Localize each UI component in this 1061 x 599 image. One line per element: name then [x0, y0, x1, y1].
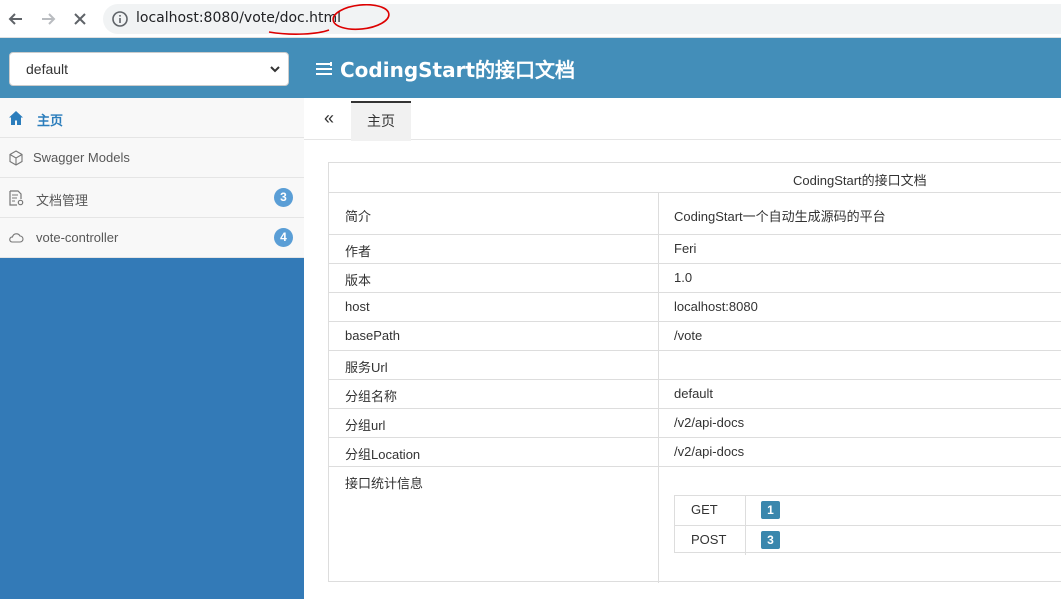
http-method: POST	[691, 532, 727, 547]
row-key: 分组Location	[345, 447, 421, 462]
group-select[interactable]: default	[9, 52, 289, 86]
tab-bar: « 主页	[304, 98, 1061, 141]
row-key: basePath	[345, 328, 400, 343]
table-row: 分组名称 default	[329, 380, 1061, 409]
table-row: 分组url /v2/api-docs	[329, 409, 1061, 438]
cube-icon	[9, 150, 23, 166]
row-key: host	[345, 299, 370, 314]
row-key: 版本	[345, 273, 372, 288]
row-key: 服务Url	[345, 360, 388, 375]
sidebar-item-home[interactable]: 主页	[0, 98, 304, 138]
column-divider	[745, 526, 746, 555]
cloud-icon	[9, 233, 24, 243]
red-annotation-scribble	[268, 4, 390, 35]
table-row: host localhost:8080	[329, 293, 1061, 322]
count-badge: 3	[274, 188, 293, 207]
document-settings-icon	[9, 190, 24, 206]
page-title: CodingStart的接口文档	[315, 54, 575, 83]
row-key: 接口统计信息	[345, 476, 424, 491]
table-row: 分组Location /v2/api-docs	[329, 438, 1061, 467]
doc-info-table: CodingStart的接口文档 简介 CodingStart一个自动生成源码的…	[328, 162, 1061, 583]
collapse-sidebar-icon[interactable]: «	[324, 108, 334, 129]
table-row: 服务Url	[329, 351, 1061, 380]
row-value: /vote	[674, 328, 703, 343]
chevron-down-icon	[270, 66, 280, 73]
row-key: 作者	[345, 244, 372, 259]
table-row: 简介 CodingStart一个自动生成源码的平台	[329, 193, 1061, 235]
menu-lines-icon[interactable]	[315, 60, 335, 78]
browser-toolbar: localhost:8080/vote/doc.html	[0, 0, 1061, 38]
row-value: CodingStart一个自动生成源码的平台	[674, 209, 886, 224]
stats-row-get: GET 1	[675, 496, 1061, 525]
row-key: 分组url	[345, 418, 386, 433]
row-value: localhost:8080	[674, 299, 758, 314]
sidebar-item-swagger-models[interactable]: Swagger Models	[0, 138, 304, 178]
http-method: GET	[691, 502, 718, 517]
sidebar: 主页 Swagger Models 文档管理 3 vote-controller…	[0, 98, 304, 599]
table-row: 版本 1.0	[329, 264, 1061, 293]
app-header: default CodingStart的接口文档	[0, 38, 1061, 98]
count-badge: 3	[761, 531, 780, 549]
doc-table-header: CodingStart的接口文档	[329, 163, 1061, 193]
stop-loading-icon[interactable]	[68, 7, 92, 31]
row-value: Feri	[674, 241, 697, 256]
group-select-value: default	[26, 61, 69, 77]
row-value: default	[674, 386, 714, 401]
sidebar-item-label: 主页	[37, 113, 64, 128]
home-icon	[9, 111, 23, 125]
page-title-text: CodingStart的接口文档	[340, 58, 576, 82]
address-bar[interactable]: localhost:8080/vote/doc.html	[103, 4, 1061, 35]
row-value: /v2/api-docs	[674, 415, 745, 430]
sidebar-item-doc-management[interactable]: 文档管理 3	[0, 178, 304, 218]
count-badge: 4	[274, 228, 293, 247]
sidebar-item-vote-controller[interactable]: vote-controller 4	[0, 218, 304, 258]
forward-arrow-icon[interactable]	[36, 7, 60, 31]
api-stats-table: GET 1 POST 3	[674, 495, 1061, 555]
site-info-icon[interactable]	[111, 10, 129, 28]
sidebar-menu: 主页 Swagger Models 文档管理 3 vote-controller…	[0, 98, 304, 258]
row-value: /v2/api-docs	[674, 444, 745, 459]
row-key: 分组名称	[345, 389, 398, 404]
table-row: basePath /vote	[329, 322, 1061, 351]
count-badge: 1	[761, 501, 780, 519]
back-arrow-icon[interactable]	[4, 7, 28, 31]
column-divider	[745, 496, 746, 525]
row-key: 简介	[345, 209, 372, 224]
sidebar-item-label: 文档管理	[36, 193, 89, 208]
stats-row-post: POST 3	[675, 525, 1061, 555]
doc-table-title: CodingStart的接口文档	[793, 173, 927, 188]
sidebar-item-label: vote-controller	[36, 230, 119, 245]
table-row: 作者 Feri	[329, 235, 1061, 264]
sidebar-item-label: Swagger Models	[33, 150, 130, 165]
tab-home[interactable]: 主页	[351, 101, 411, 141]
row-value: 1.0	[674, 270, 693, 285]
